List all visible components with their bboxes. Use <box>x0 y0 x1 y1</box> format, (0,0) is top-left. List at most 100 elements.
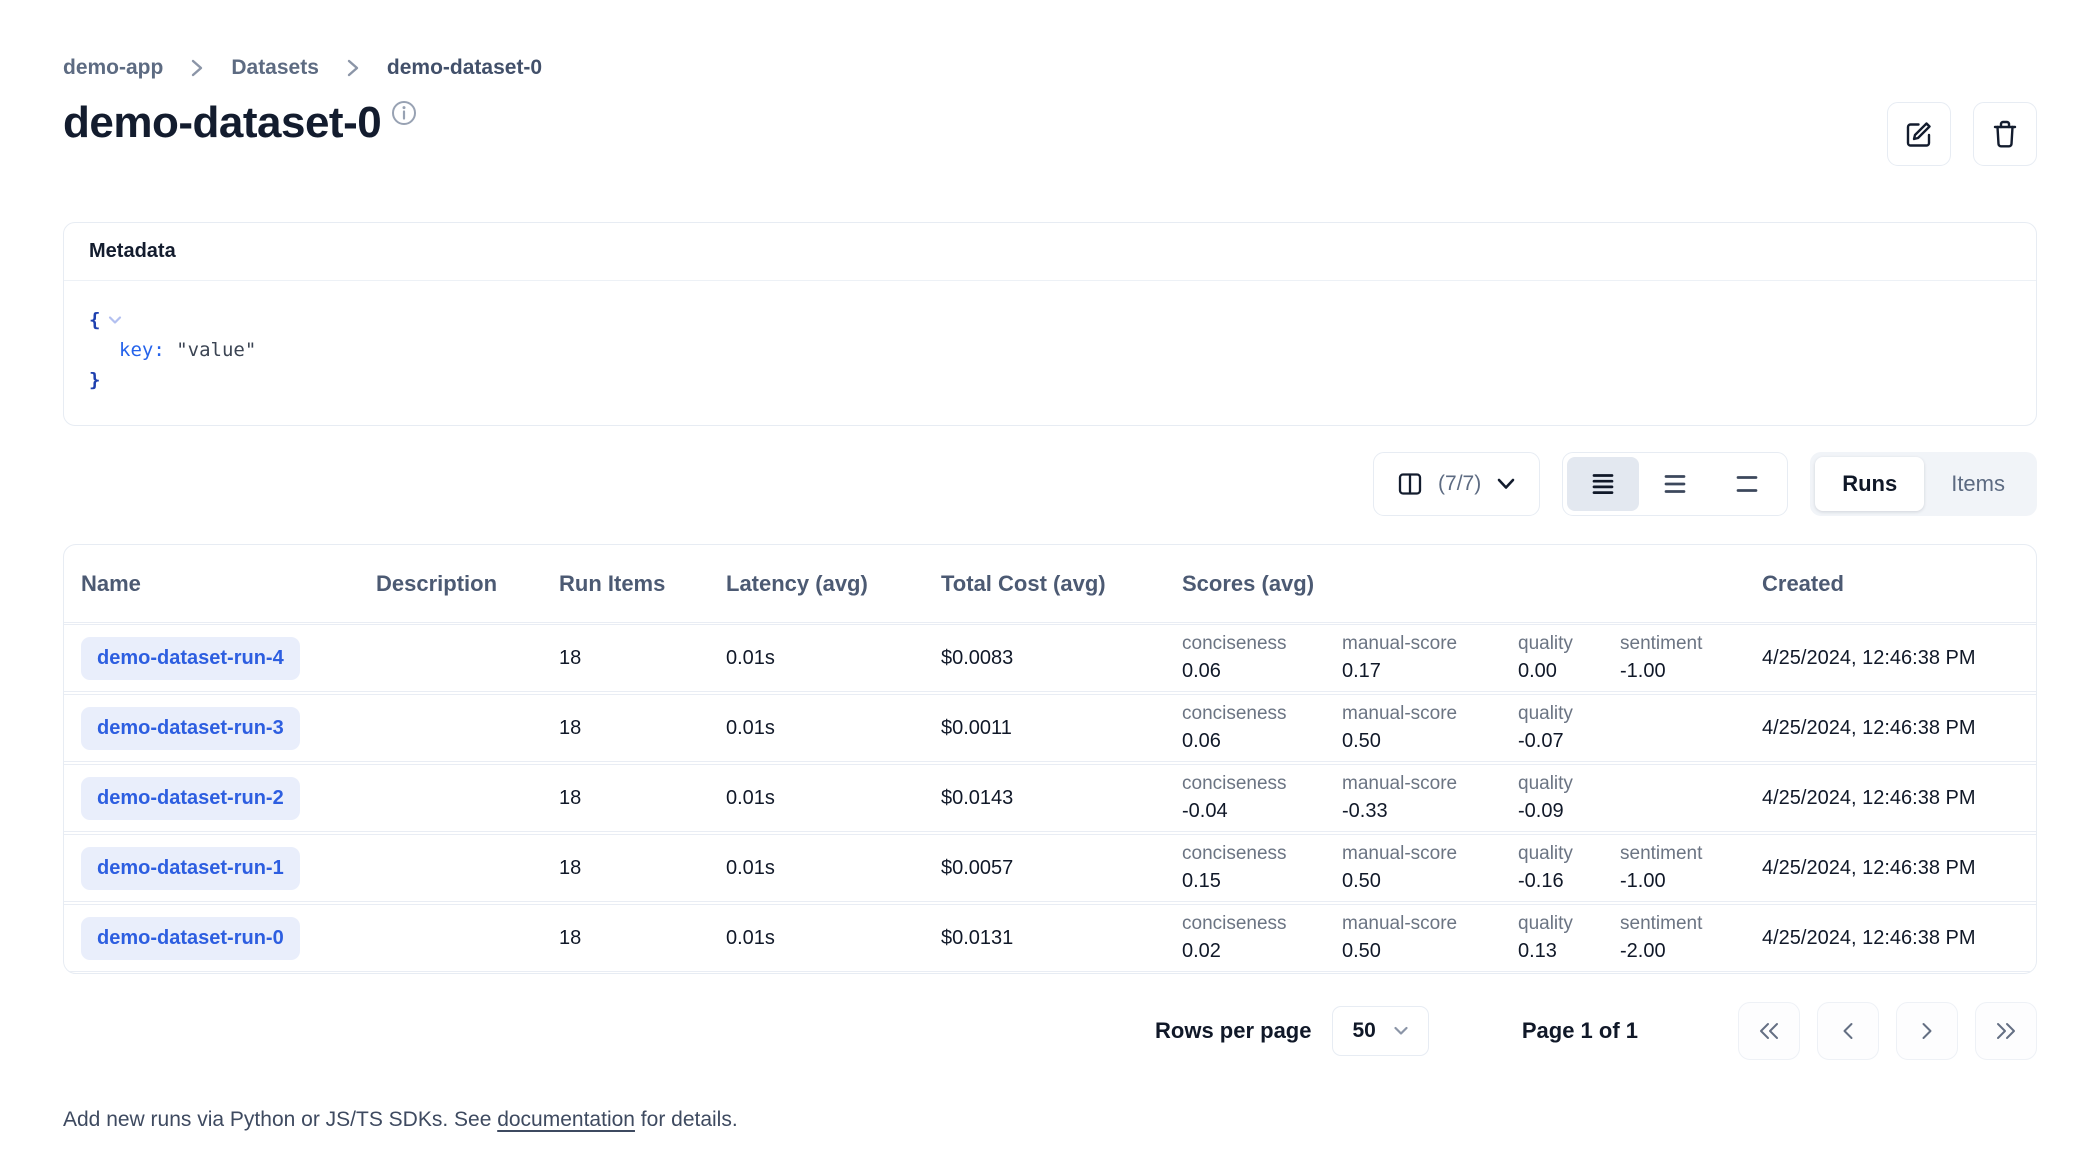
latency-cell: 0.01s <box>726 787 941 810</box>
column-header-run-items: Run Items <box>559 571 726 597</box>
score-cell: conciseness 0.15 <box>1182 843 1342 893</box>
total-cost-cell: $0.0143 <box>941 787 1182 810</box>
run-items-cell: 18 <box>559 787 726 810</box>
chevron-right-icon <box>189 57 205 79</box>
page-title: demo-dataset-0 <box>63 98 381 149</box>
score-cell: manual-score 0.50 <box>1342 703 1518 753</box>
table-header-row: Name Description Run Items Latency (avg)… <box>64 545 2036 623</box>
dataset-page: demo-app Datasets demo-dataset-0 demo-da… <box>0 0 2100 1132</box>
chevron-right-icon <box>1919 1020 1935 1042</box>
total-cost-cell: $0.0131 <box>941 927 1182 950</box>
delete-dataset-button[interactable] <box>1973 102 2037 166</box>
created-cell: 4/25/2024, 12:46:38 PM <box>1762 647 2036 670</box>
chevron-left-icon <box>1840 1020 1856 1042</box>
chevron-down-icon <box>1393 1025 1409 1037</box>
score-cell: sentiment -1.00 <box>1620 843 1762 893</box>
breadcrumb-item-project[interactable]: demo-app <box>63 56 163 80</box>
created-cell: 4/25/2024, 12:46:38 PM <box>1762 717 2036 740</box>
score-cell: quality 0.13 <box>1518 913 1620 963</box>
pagination-nav <box>1738 1002 2037 1060</box>
metadata-card: Metadata { key: "value" } <box>63 222 2037 426</box>
table-row: demo-dataset-run-2 18 0.01s $0.0143 conc… <box>64 765 2036 831</box>
title-actions <box>1887 102 2037 166</box>
rows-per-page-select[interactable]: 50 <box>1332 1006 1428 1056</box>
breadcrumb-item-current: demo-dataset-0 <box>387 56 542 80</box>
collapse-chevron-icon[interactable] <box>106 311 124 329</box>
run-items-cell: 18 <box>559 927 726 950</box>
page-indicator: Page 1 of 1 <box>1522 1018 1638 1044</box>
first-page-button[interactable] <box>1738 1002 1800 1060</box>
score-cell: quality 0.00 <box>1518 633 1620 683</box>
run-items-cell: 18 <box>559 717 726 740</box>
created-cell: 4/25/2024, 12:46:38 PM <box>1762 857 2036 880</box>
table-row: demo-dataset-run-4 18 0.01s $0.0083 conc… <box>64 625 2036 691</box>
column-header-description: Description <box>376 571 559 597</box>
score-cell: manual-score -0.33 <box>1342 773 1518 823</box>
score-cell: quality -0.07 <box>1518 703 1620 753</box>
row-height-medium-button[interactable] <box>1639 457 1711 511</box>
run-link[interactable]: demo-dataset-run-3 <box>81 707 300 750</box>
metadata-card-title: Metadata <box>64 223 2036 281</box>
rows-medium-icon <box>1663 472 1687 496</box>
sdk-hint-text-after: for details. <box>635 1108 738 1131</box>
column-header-total-cost: Total Cost (avg) <box>941 571 1182 597</box>
total-cost-cell: $0.0011 <box>941 717 1182 740</box>
row-height-large-button[interactable] <box>1711 457 1783 511</box>
chevrons-right-icon <box>1993 1020 2019 1042</box>
rows-dense-icon <box>1591 472 1615 496</box>
run-link[interactable]: demo-dataset-run-0 <box>81 917 300 960</box>
score-cell: manual-score 0.50 <box>1342 913 1518 963</box>
tab-runs[interactable]: Runs <box>1815 457 1924 511</box>
last-page-button[interactable] <box>1975 1002 2037 1060</box>
run-link[interactable]: demo-dataset-run-2 <box>81 777 300 820</box>
column-header-latency: Latency (avg) <box>726 571 941 597</box>
next-page-button[interactable] <box>1896 1002 1958 1060</box>
column-header-name: Name <box>64 571 376 597</box>
created-cell: 4/25/2024, 12:46:38 PM <box>1762 787 2036 810</box>
columns-icon <box>1397 471 1423 497</box>
column-header-created: Created <box>1762 571 2036 597</box>
score-cell: quality -0.16 <box>1518 843 1620 893</box>
edit-dataset-button[interactable] <box>1887 102 1951 166</box>
table-row: demo-dataset-run-0 18 0.01s $0.0131 conc… <box>64 905 2036 971</box>
breadcrumb: demo-app Datasets demo-dataset-0 <box>63 56 2037 80</box>
score-cell: quality -0.09 <box>1518 773 1620 823</box>
latency-cell: 0.01s <box>726 857 941 880</box>
chevron-down-icon <box>1496 477 1516 491</box>
run-link[interactable]: demo-dataset-run-1 <box>81 847 300 890</box>
score-cell: sentiment -1.00 <box>1620 633 1762 683</box>
score-cell: manual-score 0.17 <box>1342 633 1518 683</box>
trash-icon <box>1991 119 2019 149</box>
score-cell: conciseness 0.02 <box>1182 913 1342 963</box>
latency-cell: 0.01s <box>726 717 941 740</box>
row-height-toggle-group <box>1562 452 1788 516</box>
created-cell: 4/25/2024, 12:46:38 PM <box>1762 927 2036 950</box>
previous-page-button[interactable] <box>1817 1002 1879 1060</box>
score-cell: manual-score 0.50 <box>1342 843 1518 893</box>
run-items-cell: 18 <box>559 857 726 880</box>
total-cost-cell: $0.0083 <box>941 647 1182 670</box>
score-cell: sentiment -2.00 <box>1620 913 1762 963</box>
pagination-bar: Rows per page 50 Page 1 of 1 <box>63 1002 2037 1060</box>
sdk-hint: Add new runs via Python or JS/TS SDKs. S… <box>63 1108 2037 1132</box>
table-row: demo-dataset-run-1 18 0.01s $0.0057 conc… <box>64 835 2036 901</box>
info-icon[interactable] <box>391 100 417 126</box>
documentation-link[interactable]: documentation <box>497 1108 635 1131</box>
run-link[interactable]: demo-dataset-run-4 <box>81 637 300 680</box>
score-cell: conciseness 0.06 <box>1182 633 1342 683</box>
json-close-brace: } <box>89 365 100 395</box>
json-key: key: <box>119 335 165 365</box>
row-height-small-button[interactable] <box>1567 457 1639 511</box>
table-row: demo-dataset-run-3 18 0.01s $0.0011 conc… <box>64 695 2036 761</box>
rows-per-page-label: Rows per page <box>1155 1018 1311 1044</box>
score-cell: conciseness 0.06 <box>1182 703 1342 753</box>
latency-cell: 0.01s <box>726 647 941 670</box>
chevrons-left-icon <box>1756 1020 1782 1042</box>
column-visibility-button[interactable]: (7/7) <box>1373 452 1540 516</box>
table-body: demo-dataset-run-4 18 0.01s $0.0083 conc… <box>64 623 2036 973</box>
edit-icon <box>1904 119 1934 149</box>
json-open-brace: { <box>89 305 100 335</box>
rows-sparse-icon <box>1735 472 1759 496</box>
breadcrumb-item-datasets[interactable]: Datasets <box>231 56 319 80</box>
tab-items[interactable]: Items <box>1924 457 2032 511</box>
